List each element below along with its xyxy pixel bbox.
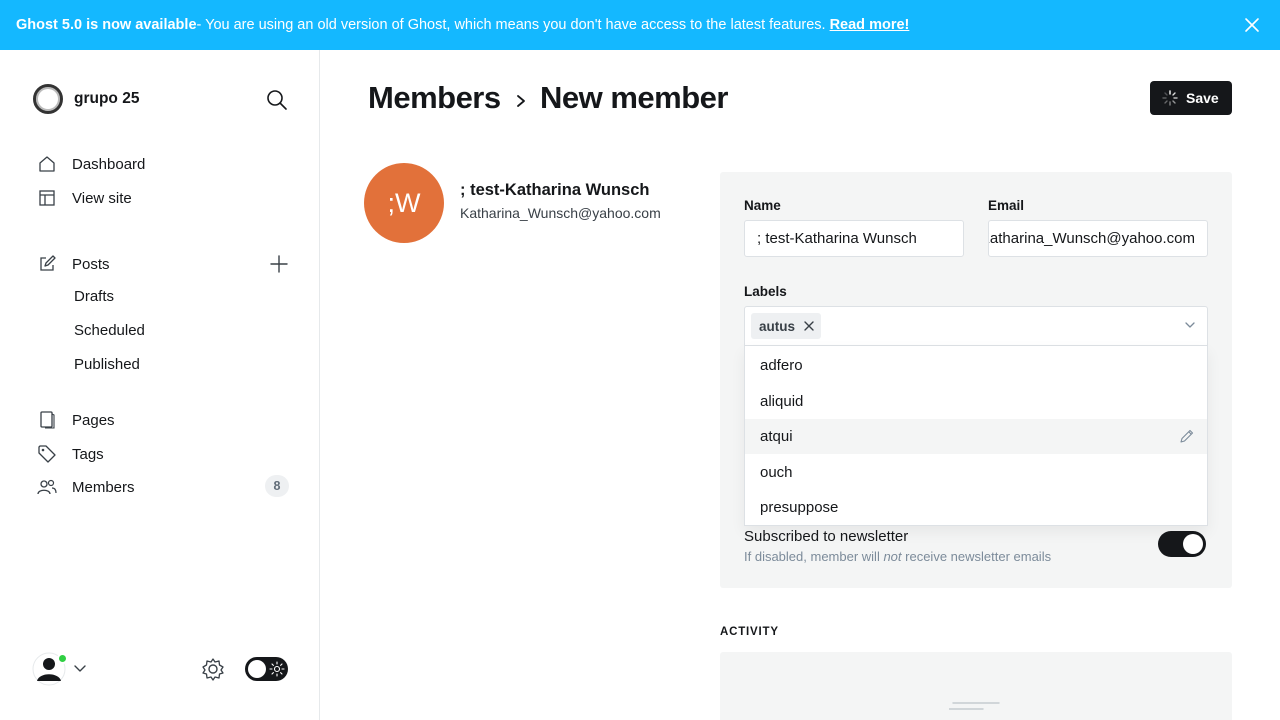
gear-icon[interactable] bbox=[200, 656, 226, 682]
sidebar-item-label: Posts bbox=[72, 255, 110, 273]
banner-text: - You are using an old version of Ghost,… bbox=[196, 17, 826, 33]
sidebar-item-dashboard[interactable]: Dashboard bbox=[36, 152, 145, 176]
name-field[interactable]: ; test-Katharina Wunsch bbox=[744, 220, 964, 257]
sidebar-item-pages[interactable]: Pages bbox=[36, 408, 115, 432]
label-option[interactable]: ouch bbox=[745, 455, 1207, 490]
save-button-label: Save bbox=[1186, 90, 1219, 106]
sidebar-item-members[interactable]: Members bbox=[36, 475, 135, 499]
activity-heading: ACTIVITY bbox=[720, 626, 779, 638]
sidebar-item-scheduled[interactable]: Scheduled bbox=[74, 322, 145, 339]
home-icon bbox=[36, 153, 58, 175]
spinner-icon bbox=[1162, 90, 1178, 106]
member-avatar: ;W bbox=[364, 163, 444, 243]
sidebar-item-published[interactable]: Published bbox=[74, 356, 140, 373]
label-token: autus bbox=[751, 313, 822, 339]
empty-activity-icon bbox=[949, 702, 1000, 710]
plus-icon[interactable] bbox=[267, 252, 291, 276]
name-label: Name bbox=[744, 198, 781, 213]
theme-toggle[interactable] bbox=[245, 657, 288, 681]
label-option[interactable]: adfero bbox=[745, 348, 1207, 383]
label-option-highlighted[interactable]: atqui bbox=[745, 419, 1207, 454]
update-banner: Ghost 5.0 is now available - You are usi… bbox=[0, 0, 1280, 50]
label-token-text: autus bbox=[759, 318, 796, 334]
sidebar-item-label: Tags bbox=[72, 445, 104, 463]
labels-label: Labels bbox=[744, 284, 787, 299]
sidebar-item-drafts[interactable]: Drafts bbox=[74, 288, 114, 305]
newsletter-desc-emphasis: not bbox=[883, 549, 902, 564]
sidebar-item-label: Members bbox=[72, 478, 135, 496]
email-field-value: Katharina_Wunsch@yahoo.com bbox=[988, 230, 1195, 247]
chevron-right-icon bbox=[517, 95, 525, 107]
site-logo[interactable] bbox=[33, 84, 63, 114]
save-button[interactable]: Save bbox=[1150, 81, 1232, 115]
chevron-down-icon[interactable] bbox=[72, 660, 88, 676]
remove-label-icon[interactable] bbox=[803, 320, 815, 332]
sidebar: grupo 25 Dashboard View site Posts Draft… bbox=[0, 50, 320, 720]
banner-title: Ghost 5.0 is now available bbox=[16, 17, 197, 33]
toggle-knob bbox=[1183, 534, 1203, 554]
newsletter-desc-part: If disabled, member will bbox=[744, 549, 884, 564]
sidebar-item-posts[interactable]: Posts bbox=[36, 252, 110, 276]
breadcrumb-members-link[interactable]: Members bbox=[368, 80, 501, 116]
banner-read-more-link[interactable]: Read more! bbox=[830, 17, 910, 33]
label-option[interactable]: presuppose bbox=[745, 490, 1207, 525]
page-title: New member bbox=[540, 80, 728, 115]
newsletter-description: If disabled, member will not receive new… bbox=[744, 549, 1051, 564]
tag-icon bbox=[36, 443, 58, 465]
labels-dropdown: adfero aliquid atqui ouch presuppose bbox=[744, 346, 1208, 526]
member-name: ; test-Katharina Wunsch bbox=[460, 181, 650, 199]
email-field[interactable]: Katharina_Wunsch@yahoo.com bbox=[988, 220, 1208, 257]
page-icon bbox=[36, 409, 58, 431]
sidebar-item-label: View site bbox=[72, 189, 132, 207]
sidebar-item-label: Dashboard bbox=[72, 155, 146, 173]
members-icon bbox=[36, 476, 58, 498]
sidebar-item-tags[interactable]: Tags bbox=[36, 442, 104, 466]
close-icon[interactable] bbox=[1242, 15, 1262, 35]
sidebar-item-view-site[interactable]: View site bbox=[36, 186, 132, 210]
search-icon[interactable] bbox=[264, 87, 290, 113]
site-name[interactable]: grupo 25 bbox=[74, 90, 139, 108]
pencil-square-icon bbox=[36, 253, 58, 275]
label-option[interactable]: aliquid bbox=[745, 384, 1207, 419]
email-label: Email bbox=[988, 198, 1025, 213]
member-email: Katharina_Wunsch@yahoo.com bbox=[460, 205, 661, 221]
newsletter-title: Subscribed to newsletter bbox=[744, 528, 909, 545]
toggle-knob bbox=[248, 660, 266, 678]
label-option-text: atqui bbox=[760, 428, 793, 445]
members-count-badge: 8 bbox=[265, 475, 289, 497]
chevron-down-icon[interactable] bbox=[1183, 318, 1197, 332]
online-status-dot bbox=[57, 653, 68, 664]
pencil-icon[interactable] bbox=[1179, 428, 1195, 444]
sun-icon bbox=[269, 661, 285, 677]
newsletter-toggle[interactable] bbox=[1158, 531, 1206, 557]
newsletter-desc-part: receive newsletter emails bbox=[901, 549, 1052, 564]
sidebar-item-label: Pages bbox=[72, 411, 115, 429]
layout-icon bbox=[36, 187, 58, 209]
